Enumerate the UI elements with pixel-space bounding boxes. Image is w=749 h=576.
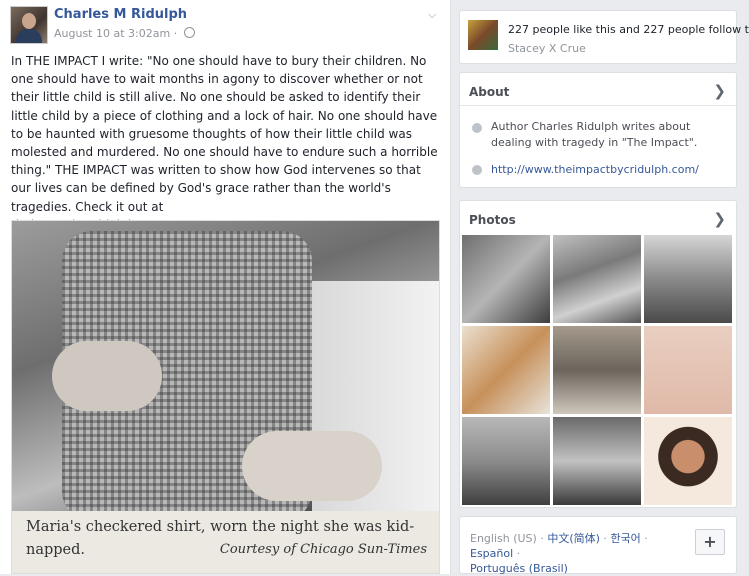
page-thumbnail[interactable]	[468, 20, 498, 50]
language-card: English (US) · 中文(简体) · 한국어 · Español · …	[459, 516, 737, 575]
globe-icon	[472, 165, 482, 175]
chevron-down-icon[interactable]: ⌵	[428, 8, 436, 22]
chevron-right-icon[interactable]: ❯	[713, 210, 726, 228]
photo-caption-line2: napped.	[26, 542, 86, 558]
post-text: In THE IMPACT I write: "No one should ha…	[11, 52, 439, 234]
photo-thumbnail[interactable]	[553, 417, 641, 505]
divider	[460, 105, 736, 106]
liked-by[interactable]: Stacey X Crue	[508, 42, 586, 55]
photo-thumbnail[interactable]	[462, 235, 550, 323]
photo-caption-line1: Maria's checkered shirt, worn the night …	[26, 519, 415, 535]
language-option[interactable]: Español	[470, 547, 513, 560]
photo-thumbnail[interactable]	[553, 235, 641, 323]
post-photo[interactable]: Maria's checkered shirt, worn the night …	[11, 220, 440, 574]
photo-thumbnail[interactable]	[644, 235, 732, 323]
photo-thumbnail[interactable]	[462, 417, 550, 505]
photo-thumbnail[interactable]	[644, 417, 732, 505]
photos-title[interactable]: Photos	[469, 213, 516, 227]
chevron-right-icon[interactable]: ❯	[713, 82, 726, 100]
photos-card: Photos ❯	[459, 200, 737, 508]
post-body: In THE IMPACT I write: "No one should ha…	[11, 54, 438, 214]
likes-card: 227 people like this and 227 people foll…	[459, 10, 749, 64]
timestamp-text[interactable]: August 10 at 3:02am	[54, 27, 170, 40]
current-language: English (US)	[470, 532, 537, 545]
about-description: Author Charles Ridulph writes about deal…	[491, 120, 698, 149]
photo-grid	[462, 235, 734, 505]
author-avatar[interactable]	[10, 6, 48, 44]
language-list: English (US) · 中文(简体) · 한국어 · Español · …	[470, 532, 648, 575]
post-card: Charles M Ridulph August 10 at 3:02am · …	[0, 0, 451, 574]
about-card: About ❯ Author Charles Ridulph writes ab…	[459, 72, 737, 188]
photo-thumbnail[interactable]	[462, 326, 550, 414]
photo-thumbnail[interactable]	[644, 326, 732, 414]
photo-credit: Courtesy of Chicago Sun-Times	[219, 542, 427, 557]
likes-count[interactable]: 227 people like this and 227 people foll…	[508, 23, 749, 36]
add-language-button[interactable]: +	[695, 529, 725, 555]
website-link[interactable]: http://www.theimpactbycridulph.com/	[491, 163, 699, 176]
language-option[interactable]: 中文(简体)	[547, 532, 600, 545]
language-option[interactable]: 한국어	[610, 532, 640, 545]
globe-icon	[183, 27, 195, 38]
info-icon	[472, 123, 482, 133]
language-option[interactable]: Português (Brasil)	[470, 562, 568, 575]
about-title[interactable]: About	[469, 85, 509, 99]
author-name[interactable]: Charles M Ridulph	[54, 7, 187, 22]
post-timestamp[interactable]: August 10 at 3:02am ·	[54, 27, 195, 40]
photo-thumbnail[interactable]	[553, 326, 641, 414]
meta-separator: ·	[170, 27, 181, 40]
